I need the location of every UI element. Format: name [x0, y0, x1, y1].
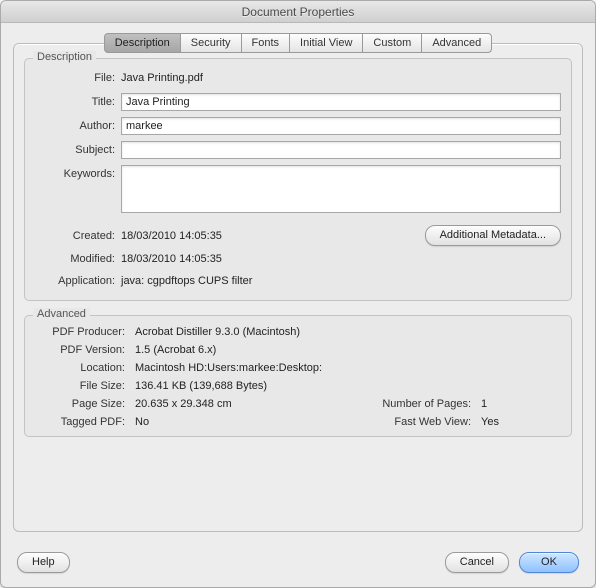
tab-advanced[interactable]: Advanced — [421, 33, 492, 53]
created-value: 18/03/2010 14:05:35 — [121, 227, 425, 245]
window-title: Document Properties — [1, 1, 595, 23]
application-value: java: cgpdftops CUPS filter — [121, 272, 561, 290]
title-input[interactable] — [121, 93, 561, 111]
tab-fonts[interactable]: Fonts — [241, 33, 291, 53]
document-properties-window: Document Properties Description Security… — [0, 0, 596, 588]
fastweb-label: Fast Web View: — [361, 416, 481, 428]
tab-description[interactable]: Description — [104, 33, 181, 53]
numpages-label: Number of Pages: — [361, 398, 481, 410]
footer: Help Cancel OK — [1, 544, 595, 587]
description-group: Description File: Java Printing.pdf Titl… — [24, 58, 572, 301]
modified-value: 18/03/2010 14:05:35 — [121, 250, 561, 268]
numpages-value: 1 — [481, 398, 487, 410]
file-value: Java Printing.pdf — [121, 69, 561, 87]
version-label: PDF Version: — [35, 344, 135, 356]
location-label: Location: — [35, 362, 135, 374]
ok-button[interactable]: OK — [519, 552, 579, 573]
keywords-label: Keywords: — [35, 165, 121, 183]
advanced-group: Advanced PDF Producer: Acrobat Distiller… — [24, 315, 572, 437]
version-value: 1.5 (Acrobat 6.x) — [135, 344, 216, 356]
advanced-group-title: Advanced — [33, 308, 90, 320]
body-area: Description Security Fonts Initial View … — [1, 23, 595, 544]
created-label: Created: — [35, 227, 121, 245]
filesize-label: File Size: — [35, 380, 135, 392]
subject-input[interactable] — [121, 141, 561, 159]
help-button[interactable]: Help — [17, 552, 70, 573]
keywords-input[interactable] — [121, 165, 561, 213]
tab-initial-view[interactable]: Initial View — [289, 33, 363, 53]
filesize-value: 136.41 KB (139,688 Bytes) — [135, 380, 267, 392]
tagged-label: Tagged PDF: — [35, 416, 135, 428]
producer-value: Acrobat Distiller 9.3.0 (Macintosh) — [135, 326, 300, 338]
author-input[interactable] — [121, 117, 561, 135]
tab-panel: Description File: Java Printing.pdf Titl… — [13, 43, 583, 532]
producer-label: PDF Producer: — [35, 326, 135, 338]
additional-metadata-button[interactable]: Additional Metadata... — [425, 225, 561, 246]
tab-custom[interactable]: Custom — [362, 33, 422, 53]
tagged-value: No — [135, 416, 149, 428]
subject-label: Subject: — [35, 141, 121, 159]
location-value: Macintosh HD:Users:markee:Desktop: — [135, 362, 322, 374]
tab-security[interactable]: Security — [180, 33, 242, 53]
title-label: Title: — [35, 93, 121, 111]
pagesize-value: 20.635 x 29.348 cm — [135, 398, 232, 410]
author-label: Author: — [35, 117, 121, 135]
file-label: File: — [35, 69, 121, 87]
modified-label: Modified: — [35, 250, 121, 268]
cancel-button[interactable]: Cancel — [445, 552, 509, 573]
pagesize-label: Page Size: — [35, 398, 135, 410]
fastweb-value: Yes — [481, 416, 499, 428]
tab-bar: Description Security Fonts Initial View … — [13, 33, 583, 53]
application-label: Application: — [35, 272, 121, 290]
